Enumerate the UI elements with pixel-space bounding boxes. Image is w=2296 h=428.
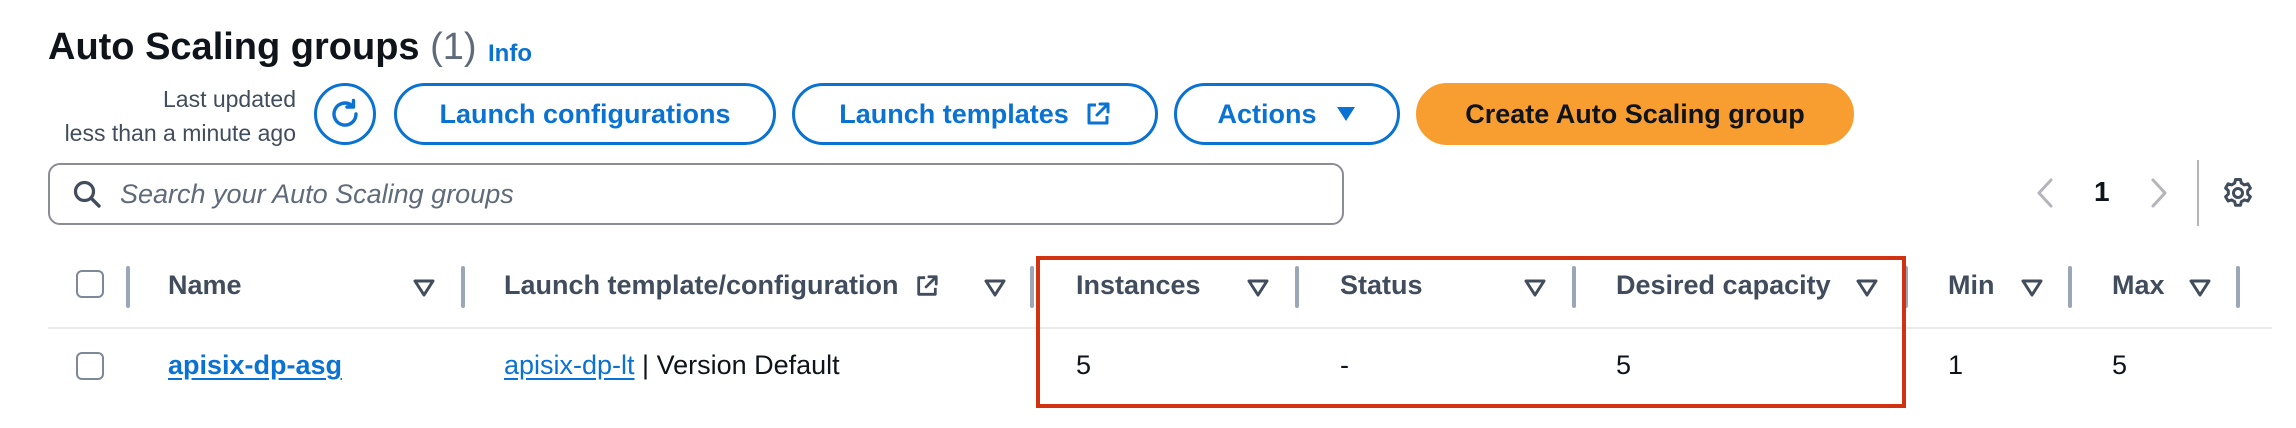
column-divider [126,266,130,308]
launch-template-header-label: Launch template/configuration [504,270,899,300]
search-box[interactable] [48,163,1344,225]
chevron-right-icon[interactable] [2148,176,2170,210]
caret-down-icon [1336,107,1355,121]
info-link[interactable]: Info [488,40,532,68]
asg-name-link[interactable]: apisix-dp-asg [168,350,342,381]
column-divider[interactable] [1030,266,1034,308]
select-all-checkbox[interactable] [76,270,104,298]
column-divider[interactable] [461,266,465,308]
last-updated-value: less than a minute ago [64,120,296,146]
group-count: (1) [430,26,477,68]
search-icon [73,180,101,208]
launch-templates-label: Launch templates [839,98,1069,129]
actions-dropdown-button[interactable]: Actions [1174,83,1400,145]
launch-template-link[interactable]: apisix-dp-lt [504,350,635,380]
launch-configurations-label: Launch configurations [439,98,731,129]
launch-templates-button[interactable]: Launch templates [792,83,1158,145]
gear-icon[interactable] [2222,177,2254,209]
current-page-number[interactable]: 1 [2094,176,2110,208]
column-divider[interactable] [2068,266,2072,308]
chevron-left-icon[interactable] [2034,176,2056,210]
external-link-icon [1087,102,1110,125]
launch-template-version: | Version Default [634,350,840,380]
search-input[interactable] [118,177,1302,211]
external-link-icon [916,274,938,296]
actions-label: Actions [1217,98,1317,129]
sort-icon[interactable] [2021,279,2043,297]
page-title: Auto Scaling groups (1) [48,26,477,69]
column-header-min[interactable]: Min [1948,270,1995,301]
sort-icon[interactable] [2189,279,2211,297]
create-auto-scaling-group-button[interactable]: Create Auto Scaling group [1416,83,1854,145]
launch-template-cell: apisix-dp-lt | Version Default [504,350,840,381]
last-updated-label: Last updated [162,86,296,112]
refresh-button[interactable] [314,83,376,145]
page-title-text: Auto Scaling groups [48,26,420,68]
launch-configurations-button[interactable]: Launch configurations [394,83,776,145]
create-label: Create Auto Scaling group [1465,98,1805,129]
column-header-max[interactable]: Max [2112,270,2165,301]
highlight-box [1036,256,1906,408]
max-cell: 5 [2112,350,2128,380]
column-header-launch-template[interactable]: Launch template/configuration [504,270,939,301]
column-header-name[interactable]: Name [168,270,242,301]
last-updated: Last updated less than a minute ago [0,82,296,150]
sort-icon[interactable] [984,279,1006,297]
sort-icon[interactable] [413,279,435,297]
row-select-checkbox[interactable] [76,352,104,380]
pagination-divider [2197,160,2199,226]
min-cell: 1 [1948,350,1964,380]
refresh-icon [332,98,358,127]
column-divider[interactable] [2236,266,2240,308]
